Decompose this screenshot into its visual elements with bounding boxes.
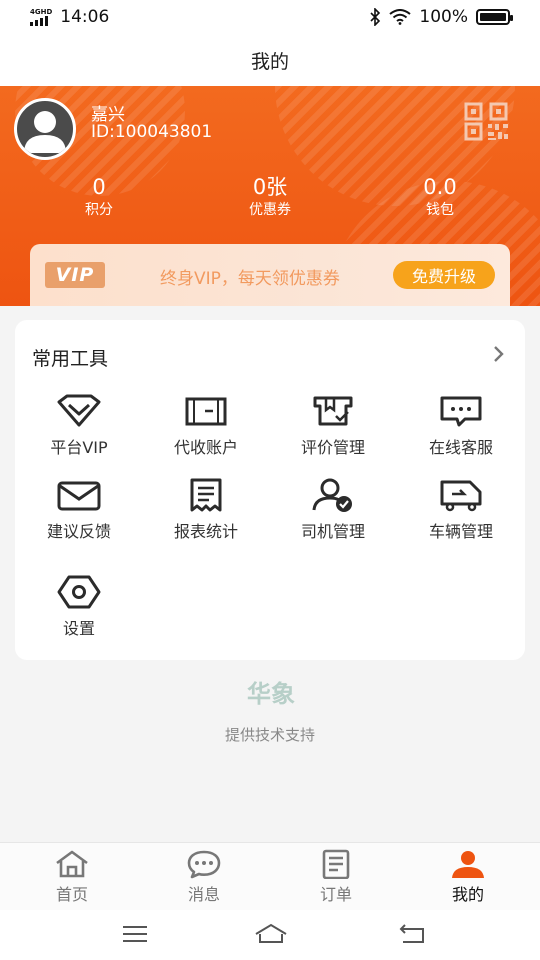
- tool-platform-vip[interactable]: 平台VIP: [15, 394, 143, 464]
- stat-points[interactable]: 0 积分: [39, 174, 159, 220]
- tab-bar: 首页 消息 订单 我的: [0, 842, 540, 910]
- vip-promo-text: 终身VIP，每天领优惠券: [160, 269, 340, 289]
- battery-icon: [476, 9, 513, 25]
- receipt-icon: [190, 478, 222, 512]
- stat-wallet[interactable]: 0.0 钱包: [380, 174, 500, 220]
- back-icon[interactable]: [397, 922, 427, 946]
- page-title: 我的: [250, 50, 289, 73]
- avatar[interactable]: [14, 98, 76, 160]
- tool-label: 代收账户: [173, 438, 238, 457]
- user-avatar-icon: [24, 111, 66, 153]
- person-icon: [452, 851, 484, 878]
- truck-icon: [440, 480, 482, 512]
- chat-bubble-icon: [440, 396, 482, 427]
- vip-badge: VIP: [45, 262, 105, 288]
- settings-hex-icon: [57, 575, 101, 609]
- wifi-icon: [389, 9, 412, 25]
- tool-label: 平台VIP: [50, 438, 108, 457]
- tab-home[interactable]: 首页: [22, 849, 122, 905]
- diamond-icon: [57, 394, 101, 427]
- nav-bar: 我的: [0, 34, 540, 86]
- stat-value: 0张: [252, 175, 288, 199]
- tool-label: 设置: [62, 619, 95, 638]
- stat-value: 0.0: [423, 175, 457, 199]
- brand-logo: 华象: [247, 680, 295, 708]
- message-icon: [187, 850, 221, 879]
- battery-percent: 100%: [419, 7, 468, 27]
- driver-check-icon: [312, 478, 352, 512]
- tools-title: 常用工具: [32, 348, 109, 370]
- chevron-right-icon[interactable]: [492, 344, 506, 364]
- tab-label: 我的: [451, 885, 484, 904]
- tool-label: 司机管理: [300, 522, 365, 541]
- tool-label: 在线客服: [428, 438, 493, 457]
- tab-label: 消息: [187, 885, 220, 904]
- user-id: ID:100043801: [91, 122, 213, 142]
- tool-collection-account[interactable]: 代收账户: [142, 394, 270, 464]
- menu-icon[interactable]: [120, 922, 150, 946]
- brand-text: 华象: [247, 680, 295, 708]
- tool-label: 评价管理: [300, 438, 365, 457]
- tool-label: 车辆管理: [428, 522, 493, 541]
- tab-mine[interactable]: 我的: [418, 849, 518, 905]
- home-icon: [56, 850, 88, 878]
- bluetooth-icon: [370, 8, 381, 26]
- network-type: 4GHD: [30, 7, 53, 16]
- tool-reports[interactable]: 报表统计: [142, 478, 270, 548]
- envelope-icon: [57, 481, 101, 511]
- stat-coupons[interactable]: 0张 优惠券: [210, 174, 330, 220]
- vip-banner[interactable]: VIP 终身VIP，每天领优惠券 免费升级: [30, 244, 510, 306]
- qr-code-icon: [464, 102, 508, 141]
- support-text: 提供技术支持: [224, 726, 315, 744]
- free-upgrade-button[interactable]: 免费升级: [393, 261, 495, 289]
- tool-label: 建议反馈: [46, 522, 111, 541]
- stat-label: 钱包: [426, 202, 454, 218]
- tool-review-management[interactable]: 评价管理: [269, 394, 397, 464]
- tab-messages[interactable]: 消息: [154, 849, 254, 905]
- tool-settings[interactable]: 设置: [15, 575, 143, 645]
- tool-feedback[interactable]: 建议反馈: [15, 478, 143, 548]
- system-nav-bar: [0, 910, 540, 960]
- tool-online-support[interactable]: 在线客服: [397, 394, 525, 464]
- tools-card: 常用工具 平台VIP 代收账户 评价管理 在线客服 建议反馈 报表统计 司机管理…: [15, 320, 525, 660]
- stat-value: 0: [92, 175, 106, 199]
- home-nav-icon[interactable]: [253, 922, 289, 946]
- tool-vehicle-management[interactable]: 车辆管理: [397, 478, 525, 548]
- tool-label: 报表统计: [173, 522, 238, 541]
- tab-label: 首页: [55, 885, 88, 904]
- qr-code-button[interactable]: [463, 102, 511, 142]
- wallet-icon: [185, 397, 227, 426]
- order-icon: [322, 849, 350, 879]
- cellular-signal-icon: 4GHD: [30, 7, 53, 26]
- stat-label: 积分: [85, 202, 113, 218]
- profile-header: 嘉兴 ID:100043801 0 积分 0张 优惠券 0.0 钱包 VIP 终…: [0, 86, 540, 306]
- status-bar: 4GHD 14:06 100%: [0, 0, 540, 34]
- tool-driver-management[interactable]: 司机管理: [269, 478, 397, 548]
- status-time: 14:06: [60, 7, 110, 27]
- tab-orders[interactable]: 订单: [286, 849, 386, 905]
- tab-label: 订单: [319, 885, 352, 904]
- stat-label: 优惠券: [249, 202, 291, 218]
- rating-box-icon: [313, 396, 353, 426]
